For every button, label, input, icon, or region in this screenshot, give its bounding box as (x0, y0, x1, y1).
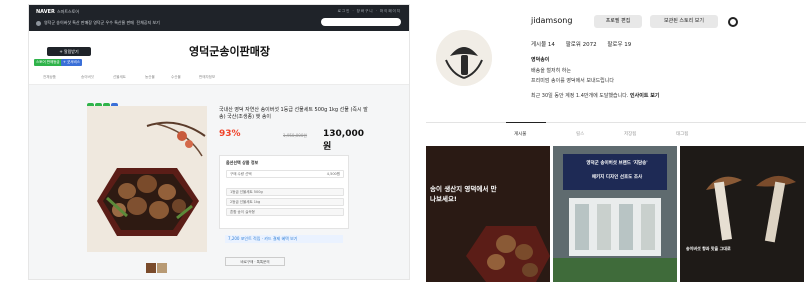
option-select[interactable]: 구매 수량 선택 4,500원 (226, 170, 344, 178)
option-item[interactable]: 혼합 송이 실속형 (226, 208, 344, 216)
store-notice[interactable]: 영덕군 송이버섯 특산 판매장 영덕군 우수 특산물 판매 전체공지 보기 (36, 20, 160, 26)
original-price: 1,950,000원 (283, 133, 308, 138)
store-name[interactable]: 영덕군송이판매장 (189, 43, 270, 59)
brand-sub-label: 스마트스토어 (57, 9, 80, 14)
profile-page: jidamsong 프로필 편집 보관된 스토리 보기 게시물 14 팔로워 2… (426, 4, 806, 282)
following-count[interactable]: 팔로우 19 (607, 42, 631, 48)
post-image (680, 146, 804, 282)
option-text: 구매 수량 선택 (230, 172, 252, 176)
display-name: 영덕송이 (531, 57, 550, 63)
active-tab-indicator (506, 122, 546, 123)
tab-divider (426, 122, 806, 123)
discount-rate: 93% (219, 129, 241, 139)
tab-posts[interactable]: 게시물 (514, 131, 526, 137)
menu-item-all[interactable]: 전체상품 (43, 75, 56, 80)
store-header: + 알림받기 스토어 판매등급 빅파워 + 굿서비스 영덕군송이판매장 (29, 31, 409, 73)
menu-item-songi[interactable]: 송이버섯 (81, 75, 94, 80)
followers-count[interactable]: 팔로워 2072 (566, 42, 597, 48)
tab-saved[interactable]: 저장됨 (624, 131, 636, 137)
avatar[interactable] (436, 30, 492, 86)
store-page: NAVER 스마트스토어 로그인 · 장바구니 · 마이페이지 영덕군 송이버섯… (28, 4, 410, 280)
post-tile[interactable]: 송이버섯 향과 맛을 그대로 (680, 146, 804, 282)
post-tile[interactable]: 영덕군 송이버섯 브랜드 '지담송' 패키지 디자인 선호도 조사 (553, 146, 677, 282)
username: jidamsong (531, 16, 573, 25)
notice-text: 영덕군 송이버섯 특산 판매장 영덕군 우수 특산물 판매 (44, 20, 134, 25)
post2-subtitle: 패키지 디자인 선호도 조사 (591, 175, 643, 180)
product-image[interactable] (87, 106, 207, 252)
reach-line: 최근 30일 동안 계정 1.4만개에 도달했습니다. 인사이트 보기 (531, 92, 659, 99)
option-item[interactable]: 2등급 선물세트 1kg (226, 198, 344, 206)
option-item[interactable]: 1등급 선물세트 500g (226, 188, 344, 196)
reach-text: 최근 30일 동안 계정 1.4만개에 도달했습니다. (531, 93, 629, 99)
menu-item-farm[interactable]: 농산물 (145, 75, 155, 80)
thumbnail[interactable] (146, 263, 156, 273)
benefit-banner[interactable]: 7,200 포인트 적립 · 카드 결제 혜택 보기 (225, 235, 343, 243)
menu-item-seller[interactable]: 판매자정보 (199, 75, 215, 80)
post2-title: 영덕군 송이버섯 브랜드 '지담송' (586, 161, 648, 166)
screenshot-root: NAVER 스마트스토어 로그인 · 장바구니 · 마이페이지 영덕군 송이버섯… (0, 0, 810, 285)
post1-text: 송이 생산지 영덕에서 만나보세요! (430, 185, 497, 203)
archive-button[interactable]: 보관된 스토리 보기 (650, 15, 718, 28)
post-grid: 송이 생산지 영덕에서 만나보세요! 영덕군 송이버섯 브랜드 '지담송' 패키… (426, 146, 806, 282)
search-input[interactable] (321, 18, 401, 26)
notice-link[interactable]: 전체공지 보기 (136, 20, 159, 25)
posts-count: 게시물 14 (531, 42, 555, 48)
edit-profile-button[interactable]: 프로필 편집 (594, 15, 642, 28)
bio-line: 배송을 철저히 하는 (531, 68, 571, 74)
product-info: 국내산 영덕 자연산 송이버섯 1등급 선물세트 500g 1kg 선물 (즉시… (219, 107, 369, 266)
menu-item-sea[interactable]: 수산물 (171, 75, 181, 80)
thumbnail-strip (146, 258, 168, 277)
store-menu: 전체상품 송이버섯 선물세트 농산물 수산물 판매자정보 (29, 73, 409, 85)
option-box: 옵션선택 상품 정보 구매 수량 선택 4,500원 1등급 선물세트 500g … (219, 155, 349, 229)
post-tile[interactable]: 송이 생산지 영덕에서 만나보세요! (426, 146, 550, 282)
naver-logo[interactable]: NAVER (36, 9, 55, 15)
option-price: 4,500원 (326, 172, 340, 176)
post-image (426, 146, 550, 282)
service-badge: + 굿서비스 (61, 59, 82, 66)
product-title: 국내산 영덕 자연산 송이버섯 1등급 선물세트 500g 1kg 선물 (즉시… (219, 107, 368, 120)
sale-price: 130,000원 (323, 129, 364, 152)
gear-icon[interactable] (728, 17, 738, 27)
util-links[interactable]: 로그인 · 장바구니 · 마이페이지 (338, 9, 401, 14)
buy-button[interactable]: 바로구매 · 톡톡문의 (225, 257, 285, 266)
megaphone-icon (36, 20, 41, 26)
mushroom-logo-icon (436, 30, 492, 86)
store-top-bar: NAVER 스마트스토어 로그인 · 장바구니 · 마이페이지 영덕군 송이버섯… (29, 5, 409, 31)
thumbnail[interactable] (157, 263, 167, 273)
mushroom-box-illustration (87, 106, 207, 252)
favorite-button[interactable]: + 알림받기 (47, 47, 91, 56)
insight-link[interactable]: 인사이트 보기 (630, 93, 659, 99)
option-label: 옵션선택 상품 정보 (226, 160, 259, 165)
bio-line: 프리미엄 송이를 영덕에서 보내드립니다 (531, 78, 614, 84)
profile-stats: 게시물 14 팔로워 2072 팔로우 19 (531, 40, 640, 48)
tab-tagged[interactable]: 태그됨 (676, 131, 688, 137)
product-panel: 국내산 영덕 자연산 송이버섯 1등급 선물세트 500g 1kg 선물 (즉시… (29, 85, 409, 279)
tab-reels[interactable]: 릴스 (576, 131, 584, 137)
post3-text: 송이버섯 향과 맛을 그대로 (686, 246, 731, 251)
menu-item-gift[interactable]: 선물세트 (113, 75, 126, 80)
